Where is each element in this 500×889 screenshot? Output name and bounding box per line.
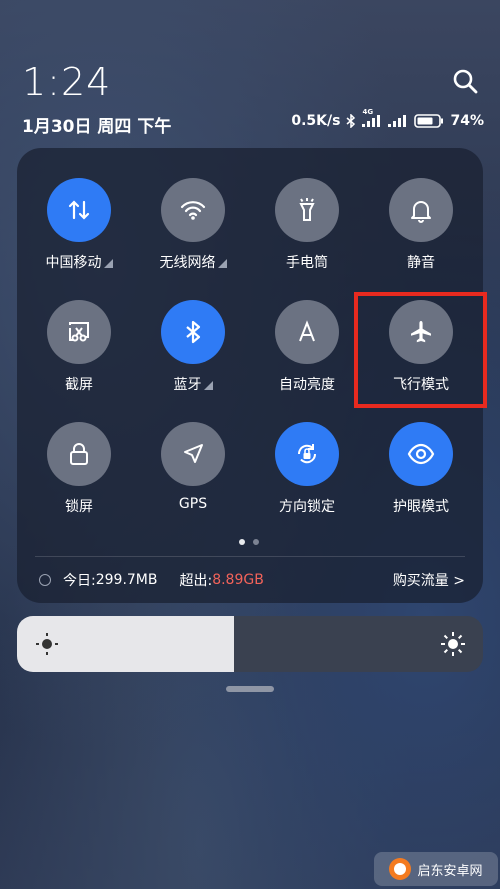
toggle-label: 方向锁定 <box>257 496 357 516</box>
battery-icon <box>414 114 444 128</box>
expand-arrow-icon <box>203 381 213 390</box>
drag-handle[interactable] <box>226 686 274 692</box>
toggle-label: 手电筒 <box>257 252 357 272</box>
toggle-label-text: 方向锁定 <box>279 499 335 515</box>
toggle-label-text: 静音 <box>407 255 435 271</box>
toggle-button[interactable] <box>161 422 225 486</box>
data-usage-bar: 今日: 299.7MB 超出: 8.89GB 购买流量 > <box>39 570 465 590</box>
toggle-label-text: 无线网络 <box>159 255 216 271</box>
bluetooth-status-icon <box>346 114 356 128</box>
expand-arrow-icon <box>217 259 227 268</box>
toggle-tile[interactable]: 手电筒 <box>257 178 357 272</box>
rotation-lock-icon <box>297 444 317 464</box>
airplane-mode-highlight <box>354 292 487 408</box>
watermark: 启东安卓网 <box>374 852 498 886</box>
toggle-button[interactable] <box>275 300 339 364</box>
status-bar: 0.5K/s 4G 74% <box>291 108 484 129</box>
today-label: 今日: <box>63 573 96 589</box>
watermark-logo-icon <box>389 858 412 880</box>
toggle-button[interactable] <box>47 422 111 486</box>
toggle-tile[interactable]: 护眼模式 <box>371 422 471 516</box>
toggle-label-text: 蓝牙 <box>173 377 202 393</box>
toggle-label-text: GPS <box>178 496 208 512</box>
bluetooth-icon <box>186 320 201 344</box>
toggle-button[interactable] <box>47 300 111 364</box>
network-speed: 0.5K/s <box>291 113 341 129</box>
toggle-tile[interactable]: 截屏 <box>29 300 129 394</box>
page-dot-active <box>239 539 245 545</box>
bell-icon <box>411 201 431 223</box>
signal-4g-icon: 4G <box>362 108 382 127</box>
toggle-tile[interactable]: 锁屏 <box>29 422 129 516</box>
page-dot <box>253 539 259 545</box>
network-type: 4G <box>362 108 374 116</box>
toggle-button[interactable] <box>389 178 453 242</box>
toggle-button[interactable] <box>275 422 339 486</box>
data-usage-icon <box>39 574 51 586</box>
over-label: 超出: <box>179 573 213 589</box>
clock-time: 1:24 <box>22 60 112 104</box>
brightness-slider[interactable] <box>17 616 483 672</box>
brightness-low-icon <box>36 633 58 655</box>
toggle-label-text: 中国移动 <box>45 255 102 271</box>
toggle-label-text: 锁屏 <box>65 499 93 515</box>
lock-icon <box>70 443 88 465</box>
toggle-tile[interactable]: 自动亮度 <box>257 300 357 394</box>
toggle-label: 锁屏 <box>29 496 129 516</box>
toggle-tile[interactable]: 中国移动 <box>29 178 129 272</box>
search-icon[interactable] <box>452 68 478 94</box>
divider <box>35 556 465 557</box>
toggle-label: 截屏 <box>29 374 129 394</box>
toggle-tile[interactable]: GPS <box>143 422 243 512</box>
expand-arrow-icon <box>103 259 113 268</box>
toggle-button[interactable] <box>161 178 225 242</box>
watermark-text: 启东安卓网 <box>417 863 483 879</box>
battery-level: 74% <box>450 113 484 129</box>
toggle-button[interactable] <box>275 178 339 242</box>
buy-data-link[interactable]: 购买流量 > <box>393 570 465 590</box>
toggle-label: 护眼模式 <box>371 496 471 516</box>
toggle-label-text: 手电筒 <box>286 255 328 271</box>
auto-brightness-icon <box>299 320 315 342</box>
brightness-high-icon <box>441 632 465 656</box>
toggle-label: 自动亮度 <box>257 374 357 394</box>
clock-date: 1月30日 周四 下午 <box>22 117 172 137</box>
toggle-label: 中国移动 <box>29 252 129 272</box>
location-icon <box>184 444 203 463</box>
wifi-icon <box>180 201 206 220</box>
today-value: 299.7MB <box>95 572 158 588</box>
toggle-label: GPS <box>143 496 243 512</box>
eye-icon <box>407 443 435 465</box>
toggle-label: 无线网络 <box>143 252 243 272</box>
page-indicator <box>239 539 259 545</box>
flashlight-icon <box>299 198 315 221</box>
toggle-tile[interactable]: 蓝牙 <box>143 300 243 394</box>
toggle-tile[interactable]: 无线网络 <box>143 178 243 272</box>
toggle-label: 静音 <box>371 252 471 272</box>
toggle-tile[interactable]: 方向锁定 <box>257 422 357 516</box>
screenshot-icon <box>69 322 89 342</box>
toggle-button[interactable] <box>389 422 453 486</box>
over-value: 8.89GB <box>212 572 264 588</box>
toggle-label-text: 截屏 <box>65 377 93 393</box>
toggle-button[interactable] <box>47 178 111 242</box>
toggle-label-text: 自动亮度 <box>279 377 335 393</box>
toggle-button[interactable] <box>161 300 225 364</box>
toggle-label: 蓝牙 <box>143 374 243 394</box>
toggle-label-text: 护眼模式 <box>393 499 449 515</box>
data-arrows-icon <box>68 200 90 220</box>
toggle-tile[interactable]: 静音 <box>371 178 471 272</box>
signal-icon <box>388 115 407 127</box>
